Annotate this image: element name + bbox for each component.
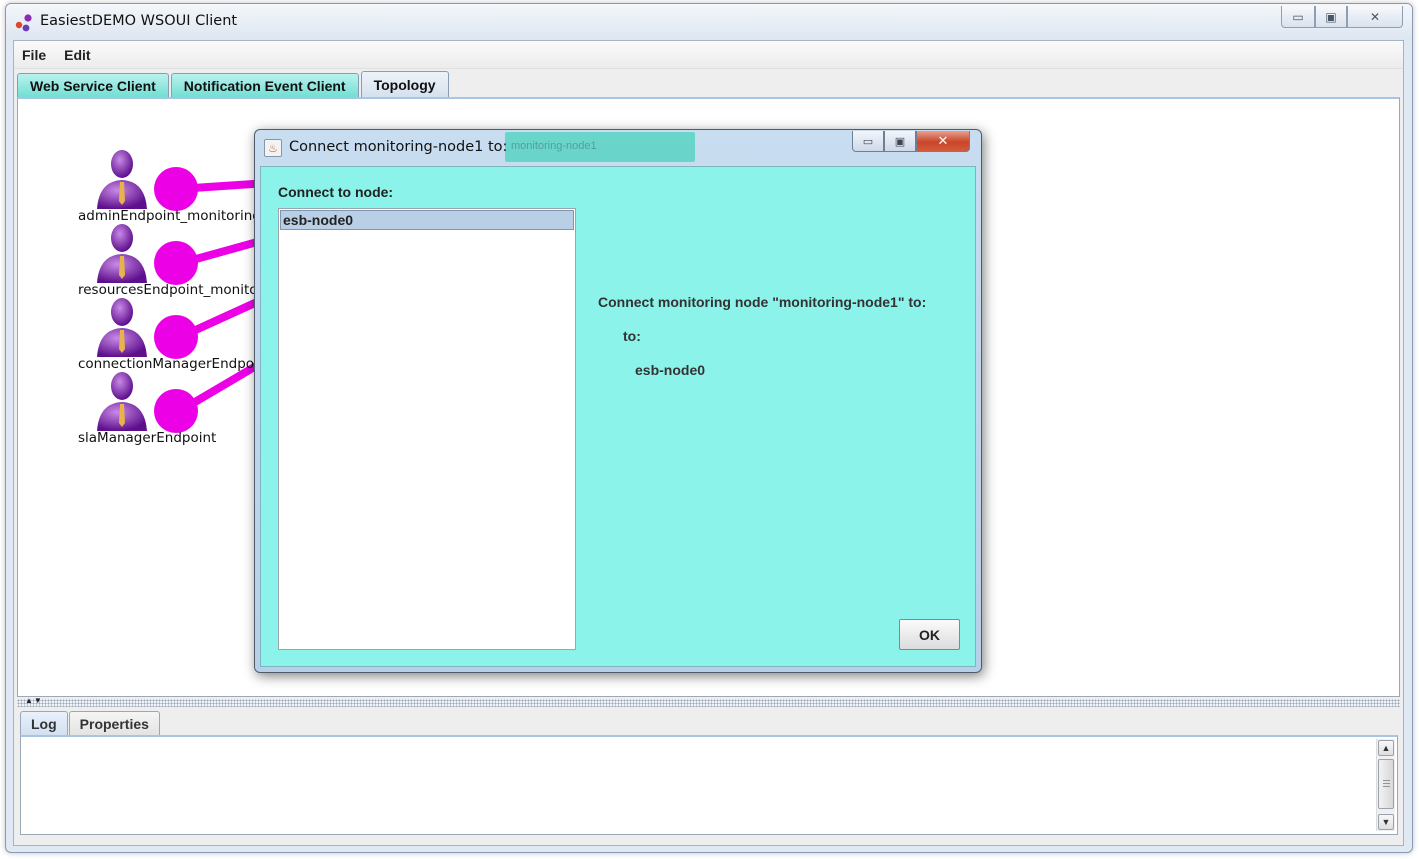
minimize-icon: ▭	[1292, 9, 1304, 24]
connection-port[interactable]	[154, 315, 198, 359]
close-icon: ✕	[1369, 9, 1381, 24]
minimize-button[interactable]: ▭	[1281, 6, 1315, 28]
title-bar[interactable]: EasiestDEMO WSOUI Client ▭ ▣ ✕	[6, 4, 1412, 40]
connect-dialog: monitoring-node1 ♨ Connect monitoring-no…	[254, 129, 982, 673]
bottom-tabs: Log Properties	[20, 711, 161, 735]
list-item[interactable]: esb-node0	[280, 210, 574, 230]
scroll-down-icon[interactable]: ▼	[1378, 814, 1394, 830]
dialog-minimize-button[interactable]: ▭	[852, 131, 884, 152]
person-icon	[97, 298, 147, 357]
connection-port[interactable]	[154, 167, 198, 211]
main-tabs: Web Service Client Notification Event Cl…	[17, 71, 451, 97]
app-icon	[15, 14, 32, 32]
window-title: EasiestDEMO WSOUI Client	[40, 13, 238, 29]
close-button[interactable]: ✕	[1347, 6, 1403, 28]
scroll-thumb[interactable]	[1378, 759, 1394, 809]
log-panel[interactable]: ▲ ▼	[20, 735, 1398, 835]
collapse-arrows-icon[interactable]: ▲▼	[25, 696, 43, 705]
dialog-maximize-button[interactable]: ▣	[884, 131, 916, 152]
close-icon: ✕	[937, 133, 949, 148]
selected-node-text: esb-node0	[635, 362, 706, 378]
minimize-icon: ▭	[862, 135, 874, 148]
java-icon: ♨	[264, 139, 282, 157]
tab-notification-event-client[interactable]: Notification Event Client	[170, 73, 359, 97]
person-icon	[97, 372, 147, 431]
tab-properties[interactable]: Properties	[68, 711, 160, 735]
maximize-icon: ▣	[894, 135, 906, 148]
tab-topology[interactable]: Topology	[360, 71, 449, 97]
connection-port[interactable]	[154, 389, 198, 433]
connect-to-text: to:	[623, 328, 641, 344]
maximize-button[interactable]: ▣	[1315, 6, 1347, 28]
topology-node[interactable]: adminEndpoint_monitoring	[78, 147, 278, 224]
dialog-content: Connect to node: esb-node0 Connect monit…	[260, 166, 976, 667]
connect-to-node-label: Connect to node:	[278, 184, 394, 200]
log-scrollbar[interactable]: ▲ ▼	[1376, 739, 1395, 831]
ghost-node-label: monitoring-node1	[505, 132, 695, 162]
ok-button[interactable]: OK	[899, 619, 960, 650]
topology-node[interactable]: slaManagerEndpoint	[78, 369, 278, 446]
tab-log[interactable]: Log	[20, 711, 68, 735]
node-list[interactable]: esb-node0	[278, 208, 576, 650]
topology-node[interactable]: connectionManagerEndpoint	[78, 295, 278, 372]
menu-edit[interactable]: Edit	[62, 47, 92, 63]
node-label: slaManagerEndpoint	[78, 430, 217, 446]
dialog-close-button[interactable]: ✕	[916, 131, 970, 152]
topology-node[interactable]: resourcesEndpoint_monitoring	[78, 221, 284, 298]
person-icon	[97, 224, 147, 283]
tab-web-service-client[interactable]: Web Service Client	[17, 73, 169, 97]
dialog-title: Connect monitoring-node1 to:	[289, 139, 508, 155]
split-pane-divider[interactable]: ▲▼	[17, 696, 1400, 707]
menu-bar: File Edit	[14, 41, 1403, 69]
connection-port[interactable]	[154, 241, 198, 285]
person-icon	[97, 150, 147, 209]
maximize-icon: ▣	[1325, 9, 1337, 24]
menu-file[interactable]: File	[20, 47, 48, 63]
connect-info-text: Connect monitoring node "monitoring-node…	[598, 294, 927, 310]
scroll-up-icon[interactable]: ▲	[1378, 740, 1394, 756]
